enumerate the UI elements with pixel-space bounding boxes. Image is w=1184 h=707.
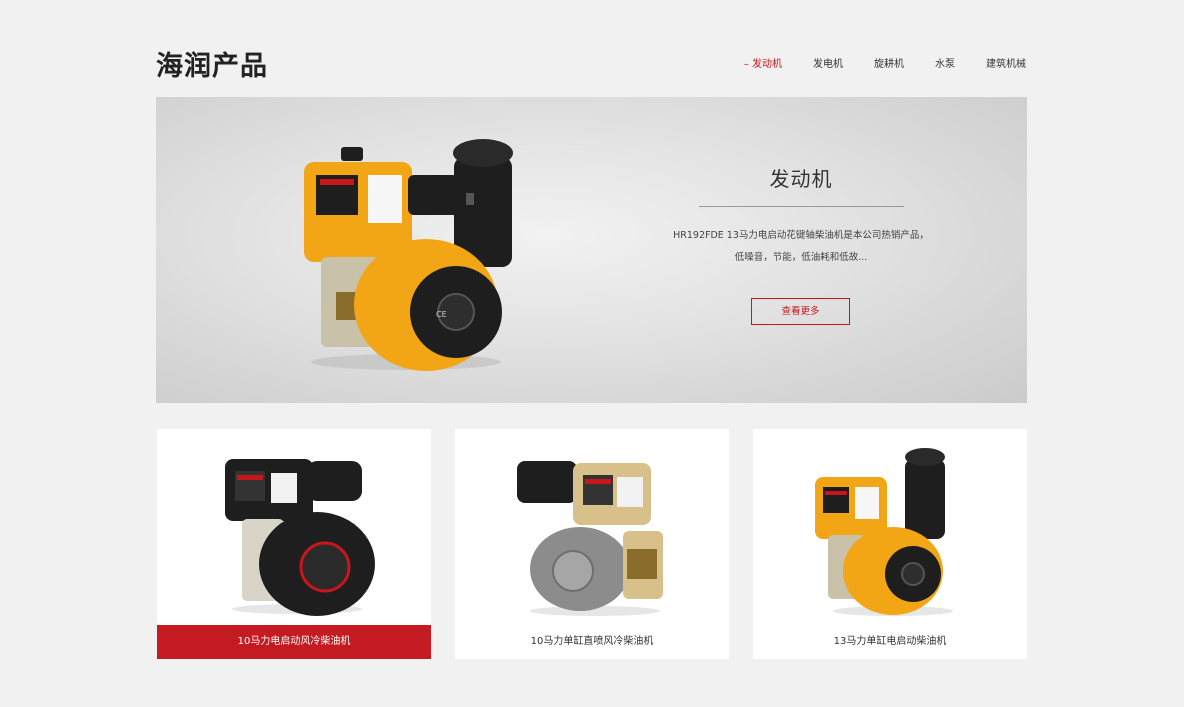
category-nav: – 发动机 发电机 旋耕机 水泵 建筑机械 — [713, 55, 1026, 70]
nav-item-tiller[interactable]: 旋耕机 — [874, 55, 904, 70]
nav-item-generator[interactable]: 发电机 — [813, 55, 843, 70]
view-more-button[interactable]: 查看更多 — [751, 298, 850, 325]
nav-item-engine[interactable]: – 发动机 — [744, 55, 782, 70]
hero-title: 发动机 — [769, 167, 833, 191]
product-card[interactable]: 10马力单缸直喷风冷柴油机 — [455, 429, 729, 659]
hero-divider — [698, 206, 904, 207]
nav-item-water-pump[interactable]: 水泵 — [935, 55, 955, 70]
hero-description: HR192FDE 13马力电启动花键轴柴油机是本公司热销产品， 低噪音，节能，低… — [666, 225, 936, 269]
product-caption: 13马力单缸电启动柴油机 — [833, 636, 947, 647]
nav-item-construction-machinery[interactable]: 建筑机械 — [986, 55, 1026, 70]
product-caption: 10马力单缸直喷风冷柴油机 — [530, 636, 654, 647]
product-card[interactable]: 13马力单缸电启动柴油机 — [753, 429, 1027, 659]
page: 海润产品 – 发动机 发电机 旋耕机 水泵 建筑机械 CE 发动机 HR192F… — [0, 0, 1184, 707]
product-caption: 10马力电启动风冷柴油机 — [157, 625, 431, 659]
hero-description-line-2: 低噪音，节能，低油耗和低故... — [734, 252, 868, 263]
diesel-engine-yellow-icon — [815, 448, 953, 616]
diesel-engine-yellow-icon: CE — [304, 139, 513, 371]
hero-text: 发动机 HR192FDE 13马力电启动花键轴柴油机是本公司热销产品， 低噪音，… — [666, 163, 936, 269]
section-title: 海润产品 — [156, 51, 268, 82]
diesel-engine-gold-icon — [517, 461, 663, 616]
svg-text:CE: CE — [436, 310, 447, 319]
hero-banner: CE 发动机 HR192FDE 13马力电启动花键轴柴油机是本公司热销产品， 低… — [156, 97, 1027, 403]
diesel-engine-black-icon — [225, 459, 375, 616]
hero-description-line-1: HR192FDE 13马力电启动花键轴柴油机是本公司热销产品， — [673, 230, 929, 241]
product-card[interactable]: 10马力电启动风冷柴油机 — [157, 429, 431, 659]
